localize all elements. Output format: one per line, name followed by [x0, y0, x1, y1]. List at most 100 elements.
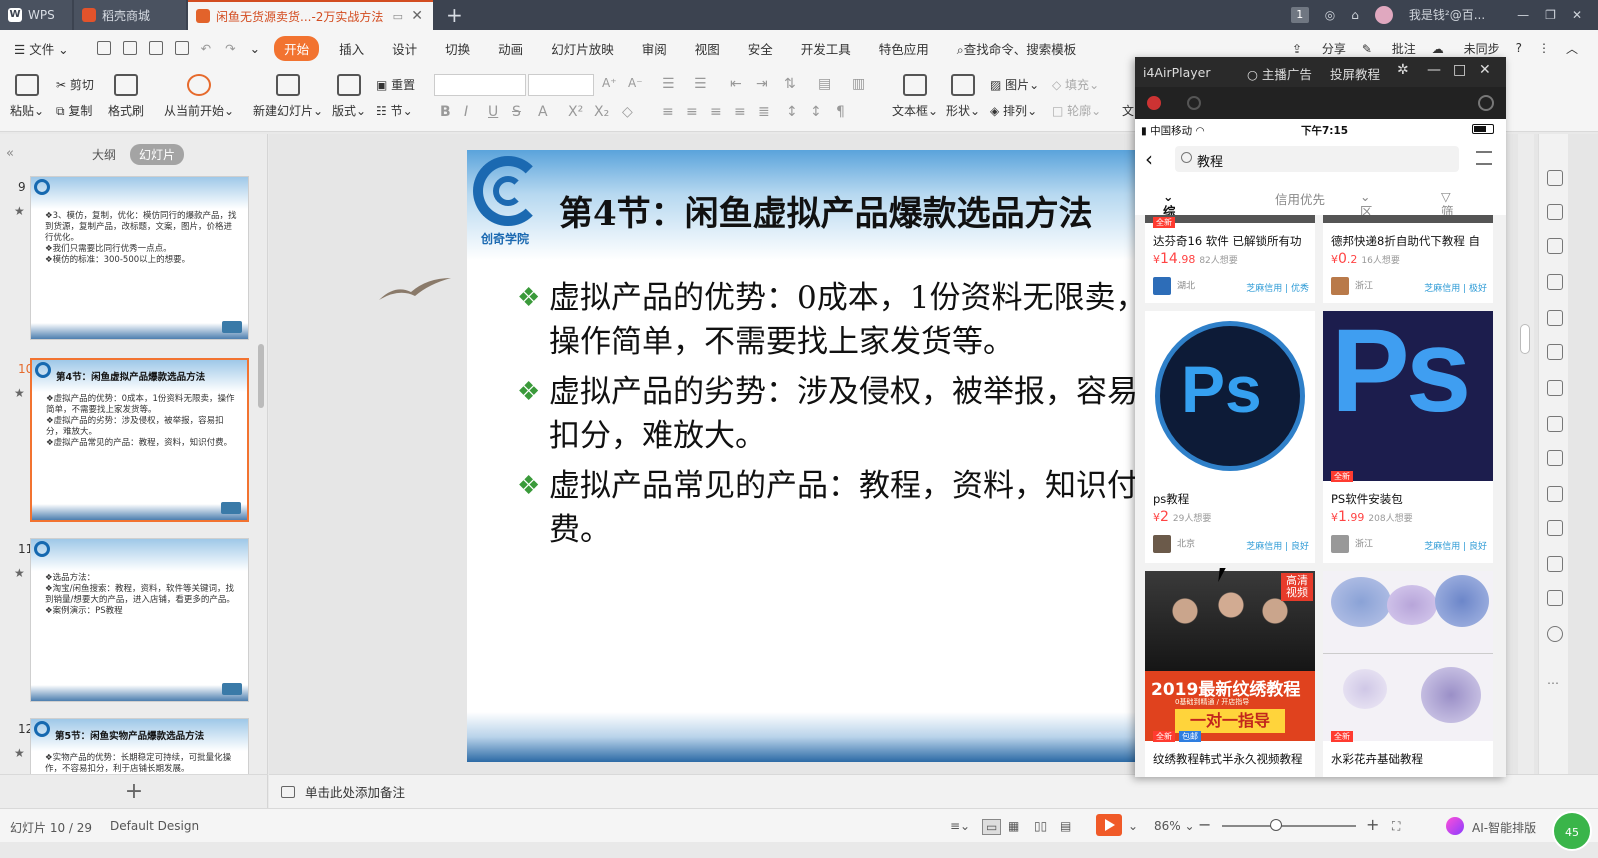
menu-tab-insert[interactable]: 插入 — [339, 39, 364, 58]
column-icon[interactable]: ▥ — [852, 76, 865, 92]
arrange-button[interactable]: ◈ 排列⌄ — [990, 102, 1037, 119]
back-arrow-icon[interactable]: ‹ — [1145, 147, 1153, 171]
print-icon[interactable] — [148, 41, 163, 55]
menu-tab-review[interactable]: 审阅 — [642, 39, 667, 58]
tab-wps-home[interactable]: W WPS — [0, 0, 72, 30]
paragraph-spacing-icon[interactable]: ↕ — [810, 104, 822, 120]
product-card[interactable]: 高清视频 2019最新纹绣教程 0基础到精通 / 开店指导 一对一指导 全新 包… — [1145, 571, 1315, 777]
zoom-slider-knob[interactable] — [1270, 819, 1282, 831]
align-right-icon[interactable]: ≡ — [710, 104, 722, 120]
minimize-icon[interactable]: — — [1517, 8, 1529, 22]
tab-current-document[interactable]: 闲鱼无货源卖货...-2万实战方法 ▭ ✕ — [188, 0, 433, 30]
slide-body[interactable]: ❖ 虚拟产品的优势：0成本，1份资料无限卖，操作简单，不需要找上家发货等。 ❖ 虚拟… — [517, 276, 1147, 558]
more-pane-icon[interactable]: ⋯ — [1547, 676, 1563, 692]
ap-minimize-icon[interactable]: — — [1427, 62, 1441, 78]
share-button[interactable]: ⇪ 分享 — [1292, 40, 1346, 57]
grow-font-icon[interactable]: A⁺ — [602, 76, 617, 90]
line-spacing-icon[interactable]: ↕ — [786, 104, 798, 120]
skin-icon[interactable]: ◎ — [1325, 8, 1335, 22]
slideshow-dropdown-icon[interactable]: ⌄ — [1128, 819, 1138, 833]
filter-credit[interactable]: 信用优先 — [1275, 189, 1325, 208]
audio-pane-icon[interactable] — [1547, 520, 1563, 536]
share-pane-icon[interactable] — [1547, 416, 1563, 432]
user-account[interactable]: 我是钱²@百... — [1374, 6, 1501, 25]
format-painter-button[interactable]: 格式刷 — [108, 74, 144, 119]
ap-close-icon[interactable]: ✕ — [1479, 62, 1491, 78]
pin-icon[interactable] — [1547, 170, 1563, 186]
ai-layout-button[interactable]: AI-智能排版 — [1472, 819, 1536, 836]
settings-gear-icon[interactable]: ✲ — [1397, 62, 1409, 78]
collapse-ribbon-icon[interactable]: ︿ — [1566, 40, 1578, 57]
record-button[interactable] — [1147, 96, 1161, 110]
text-tool-button[interactable]: 文 — [1122, 102, 1134, 119]
ap-maximize-icon[interactable]: □ — [1453, 62, 1466, 78]
picture-button[interactable]: ▨ 图片⌄ — [990, 76, 1039, 93]
floating-badge[interactable]: 45 — [1552, 811, 1592, 851]
font-size-select[interactable] — [528, 74, 594, 96]
align-left-icon[interactable]: ≡ — [662, 104, 674, 120]
normal-view-icon[interactable]: ▭ — [982, 819, 1002, 835]
copy-button[interactable]: ⧉ 复制 — [56, 102, 92, 119]
subscript-icon[interactable]: X₂ — [594, 104, 609, 120]
command-search[interactable]: ⌕查找命令、搜索模板 — [957, 39, 1077, 58]
slide-thumbnail-9[interactable]: ❖3、模仿，复制，优化：模仿同行的爆款产品，找到货源，复制产品，改标题，文案，图… — [30, 176, 249, 340]
zoom-slider[interactable] — [1222, 825, 1356, 827]
menu-tab-animation[interactable]: 动画 — [498, 39, 523, 58]
scrollbar-thumb[interactable] — [1520, 324, 1530, 354]
cut-button[interactable]: ✂ 剪切 — [56, 76, 94, 93]
filter-region[interactable]: 区域 ⌄ — [1360, 189, 1373, 238]
menu-tab-features[interactable]: 特色应用 — [879, 39, 929, 58]
product-card[interactable]: Ps ps教程 ¥2 29人想要 北京 芝麻信用 | 良好 — [1145, 311, 1315, 563]
shape-button[interactable]: 形状⌄ — [946, 74, 980, 119]
phone-search-input[interactable]: 教程 — [1175, 146, 1459, 172]
tab-docer-store[interactable]: 稻壳商城 — [74, 0, 186, 30]
shrink-font-icon[interactable]: A⁻ — [628, 76, 643, 90]
fill-button[interactable]: ◇ 填充⌄ — [1052, 76, 1099, 93]
save-icon[interactable] — [96, 41, 111, 55]
layout-button[interactable]: 版式⌄ — [332, 74, 366, 119]
close-tab-icon[interactable]: ✕ — [411, 8, 423, 24]
text-direction-icon[interactable]: ⇅ — [784, 76, 796, 92]
live-ad-button[interactable]: ○ 主播广告 — [1247, 64, 1312, 83]
quick-access-dropdown-icon[interactable]: ⌄ — [250, 41, 260, 56]
canvas-scrollbar[interactable] — [1518, 134, 1534, 774]
product-card[interactable]: 德邦快递8折自助代下教程 自 ¥0.2 16人想要 浙江 芝麻信用 | 极好 — [1323, 215, 1493, 303]
filter-more[interactable]: 筛选 ▽ — [1441, 189, 1454, 238]
align-center-icon[interactable]: ≡ — [686, 104, 698, 120]
thumbnail-scrollbar[interactable] — [258, 344, 264, 408]
bold-icon[interactable]: B — [440, 104, 451, 120]
undo-icon[interactable]: ↶ — [201, 41, 211, 56]
distribute-icon[interactable]: ≣ — [758, 104, 770, 120]
history-pane-icon[interactable] — [1547, 590, 1563, 606]
menu-tab-security[interactable]: 安全 — [748, 39, 773, 58]
reading-view-icon[interactable]: ▯▯ — [1034, 819, 1047, 833]
notes-page-icon[interactable]: ▤ — [1060, 819, 1071, 833]
file-menu[interactable]: ☰ 文件 ⌄ — [14, 39, 69, 58]
font-color-icon[interactable]: A — [538, 104, 548, 120]
menu-tab-slideshow[interactable]: 幻灯片放映 — [551, 39, 614, 58]
justify-icon[interactable]: ≡ — [734, 104, 746, 120]
help-pane-icon[interactable] — [1547, 626, 1563, 642]
menu-tab-view[interactable]: 视图 — [695, 39, 720, 58]
section-button[interactable]: ☷ 节⌄ — [376, 102, 413, 119]
outline-button[interactable]: □ 轮廓⌄ — [1052, 102, 1101, 119]
menu-tab-developer[interactable]: 开发工具 — [801, 39, 851, 58]
align-text-icon[interactable]: ▤ — [818, 76, 831, 92]
window-count-badge[interactable]: 1 — [1290, 7, 1309, 23]
decrease-indent-icon[interactable]: ⇤ — [730, 76, 742, 92]
export-icon[interactable] — [122, 41, 137, 55]
underline-icon[interactable]: U — [488, 104, 498, 120]
numbered-list-icon[interactable]: ☰ — [694, 76, 707, 92]
bullet-list-icon[interactable]: ☰ — [662, 76, 675, 92]
new-slide-button[interactable]: 新建幻灯片⌄ — [253, 74, 323, 119]
close-window-icon[interactable]: ✕ — [1572, 8, 1582, 22]
paste-button[interactable]: 粘贴⌄ — [10, 74, 44, 119]
help-icon[interactable]: ? — [1516, 41, 1522, 55]
gallery-pane-icon[interactable] — [1547, 380, 1563, 396]
annotate-button[interactable]: ✎ 批注 — [1362, 40, 1416, 57]
print-preview-icon[interactable] — [174, 41, 189, 55]
menu-tab-home[interactable]: 开始 — [274, 35, 320, 61]
slideshow-play-button[interactable] — [1096, 814, 1122, 836]
redo-icon[interactable]: ↷ — [225, 41, 235, 56]
increase-indent-icon[interactable]: ⇥ — [756, 76, 768, 92]
